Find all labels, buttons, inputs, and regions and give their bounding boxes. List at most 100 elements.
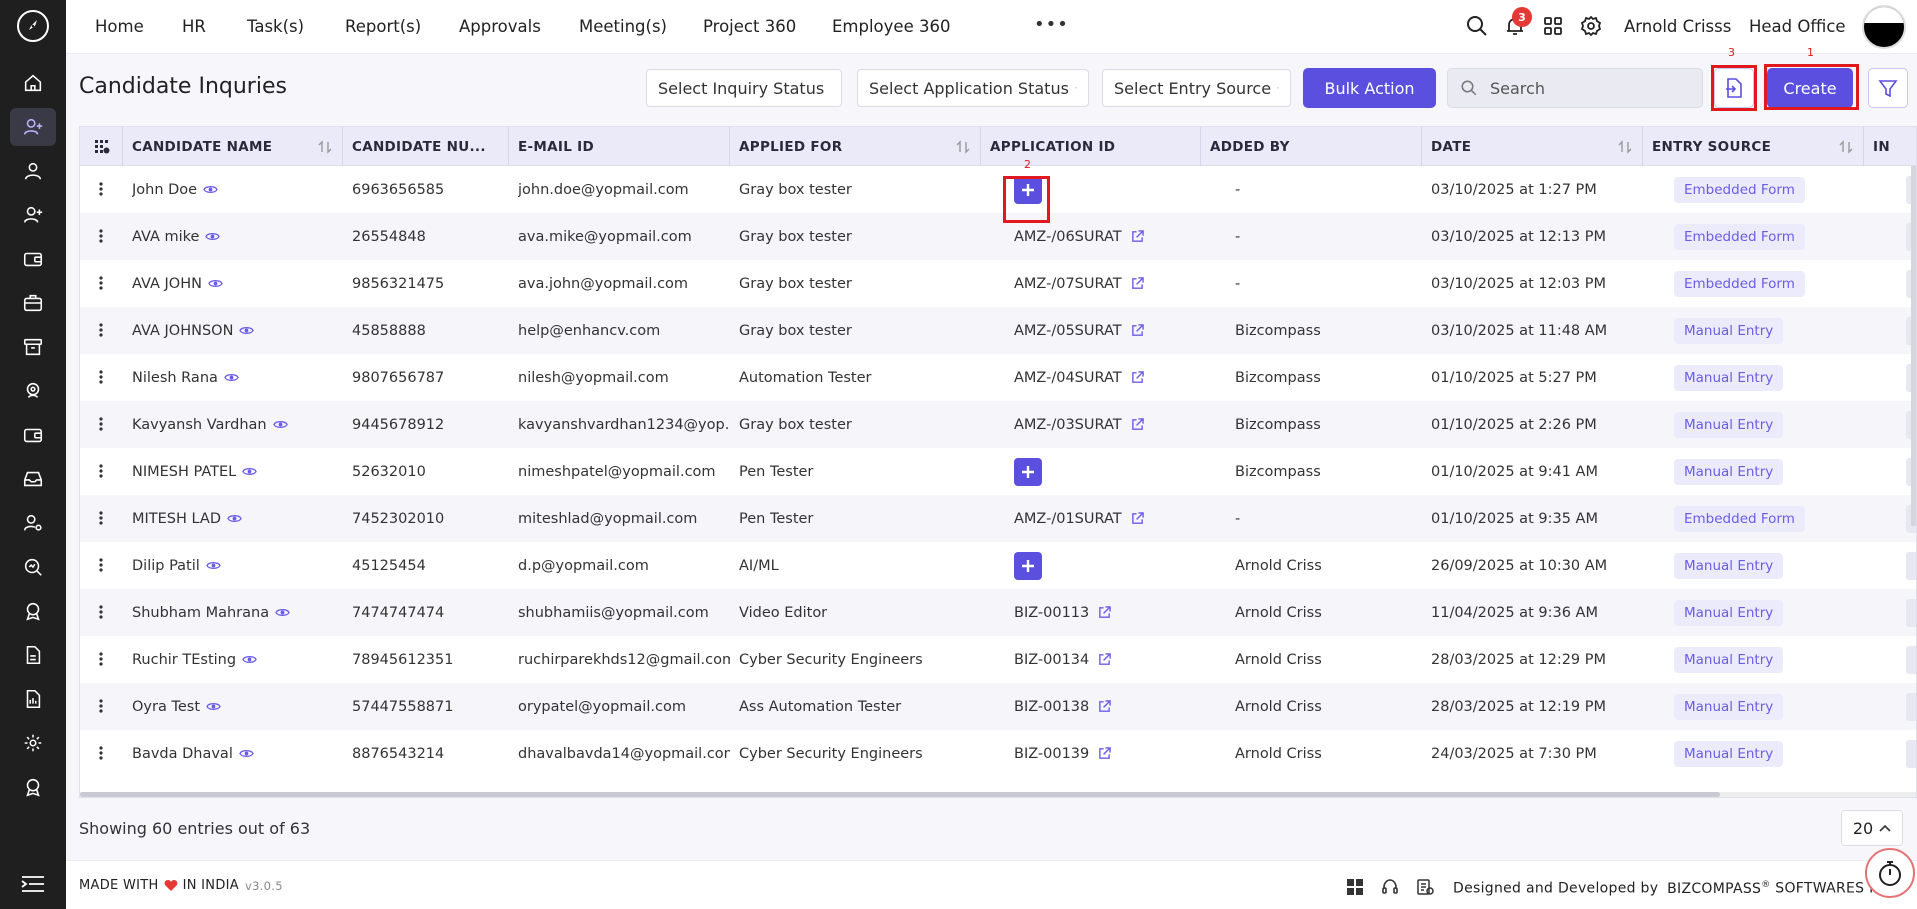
user-name[interactable]: Arnold Crisss (1624, 17, 1731, 36)
add-application-button[interactable] (1014, 175, 1042, 204)
cell-text[interactable]: Bavda Dhaval (132, 746, 233, 762)
header-added-by[interactable]: ADDED BY (1201, 127, 1422, 166)
sidebar-report-icon[interactable] (10, 680, 56, 718)
timer-button[interactable] (1865, 848, 1915, 898)
table-row[interactable]: MITESH LAD 7452302010 miteshlad@yopmail.co… (80, 495, 1916, 542)
view-eye-icon[interactable] (227, 511, 242, 526)
search-icon[interactable] (1465, 14, 1489, 38)
view-eye-icon[interactable] (242, 464, 258, 479)
table-row[interactable]: Shubham Mahrana 7474747474 shubhamiis@yopm… (80, 589, 1916, 636)
table-row[interactable]: Nilesh Rana 9807656787 nilesh@yopmail.com A… (80, 354, 1916, 401)
header-candidate-name[interactable]: CANDIDATE NAME (123, 127, 343, 166)
sidebar-award2-icon[interactable] (10, 768, 56, 806)
row-actions-kebab-icon[interactable] (98, 228, 104, 244)
header-date[interactable]: DATE (1422, 127, 1643, 166)
external-link-icon[interactable] (1131, 512, 1144, 525)
table-row[interactable]: Oyra Test 57447558871 orypatel@yopmail.com… (80, 683, 1916, 730)
external-link-icon[interactable] (1098, 653, 1112, 666)
view-eye-icon[interactable] (206, 699, 221, 714)
cell-text[interactable]: AMZ-/06SURAT (1014, 229, 1122, 245)
sidebar-support-icon[interactable] (10, 372, 56, 410)
sidebar-briefcase-icon[interactable] (10, 284, 56, 322)
cell-text[interactable]: BIZ-00138 (1014, 699, 1089, 715)
row-actions-kebab-icon[interactable] (98, 463, 104, 479)
sort-icon[interactable] (1617, 139, 1633, 155)
cell-text[interactable]: AVA JOHN (132, 276, 202, 292)
table-row[interactable]: John Doe 6963656585 john.doe@yopmail.com Gr… (80, 166, 1916, 213)
checklist-icon[interactable] (1416, 878, 1434, 896)
inquiry-status-select[interactable]: Select Inquiry Status (646, 69, 842, 107)
view-eye-icon[interactable] (224, 370, 239, 385)
sidebar-search-analytics-icon[interactable] (10, 548, 56, 586)
cell-text[interactable]: Oyra Test (132, 699, 200, 715)
row-actions-kebab-icon[interactable] (98, 416, 104, 432)
sidebar-settings-icon[interactable] (10, 724, 56, 762)
cell-text[interactable]: AMZ-/04SURAT (1014, 370, 1122, 386)
add-application-button[interactable] (1014, 551, 1042, 580)
headset-icon[interactable] (1381, 878, 1399, 896)
export-button[interactable] (1714, 68, 1754, 108)
table-row[interactable]: NIMESH PATEL 52632010 nimeshpatel@yopmail.… (80, 448, 1916, 495)
row-actions-kebab-icon[interactable] (98, 745, 104, 761)
cell-text[interactable]: Nilesh Rana (132, 370, 218, 386)
cell-text[interactable]: AMZ-/01SURAT (1014, 511, 1122, 527)
header-extra[interactable]: IN (1864, 127, 1916, 166)
header-candidate-number[interactable]: CANDIDATE NU... (343, 127, 509, 166)
cell-text[interactable]: AVA mike (132, 229, 199, 245)
table-row[interactable]: Ruchir TEsting 78945612351 ruchirparekhds1… (80, 636, 1916, 683)
cell-text[interactable]: AMZ-/07SURAT (1014, 276, 1122, 292)
row-actions-kebab-icon[interactable] (98, 651, 104, 667)
view-eye-icon[interactable] (205, 558, 221, 573)
create-button[interactable]: Create (1767, 68, 1853, 108)
view-eye-icon[interactable] (239, 323, 255, 338)
external-link-icon[interactable] (1098, 606, 1112, 619)
nav-tasks[interactable]: Task(s) (247, 17, 304, 36)
external-link-icon[interactable] (1131, 277, 1144, 290)
view-eye-icon[interactable] (239, 746, 254, 761)
row-actions-kebab-icon[interactable] (98, 369, 104, 385)
entry-source-select[interactable]: Select Entry Source (1102, 69, 1291, 107)
external-link-icon[interactable] (1131, 324, 1144, 337)
external-link-icon[interactable] (1098, 747, 1112, 760)
horizontal-scrollbar[interactable] (80, 792, 1916, 797)
nav-home[interactable]: Home (95, 17, 144, 36)
sidebar-archive-icon[interactable] (10, 328, 56, 366)
row-actions-kebab-icon[interactable] (98, 698, 104, 714)
view-eye-icon[interactable] (203, 182, 218, 197)
cell-text[interactable]: MITESH LAD (132, 511, 221, 527)
nav-employee-360[interactable]: Employee 360 (832, 17, 950, 36)
add-application-button[interactable] (1014, 457, 1042, 486)
avatar[interactable] (1862, 5, 1906, 49)
nav-more-icon[interactable]: ••• (1034, 14, 1069, 35)
nav-reports[interactable]: Report(s) (345, 17, 421, 36)
sidebar-user-icon[interactable] (10, 152, 56, 190)
sidebar-user-settings-icon[interactable] (10, 504, 56, 542)
cell-text[interactable]: John Doe (132, 182, 197, 198)
cell-text[interactable]: AMZ-/03SURAT (1014, 417, 1122, 433)
cell-text[interactable]: NIMESH PATEL (132, 464, 236, 480)
view-eye-icon[interactable] (242, 652, 257, 667)
row-actions-kebab-icon[interactable] (98, 604, 104, 620)
nav-meetings[interactable]: Meeting(s) (579, 17, 667, 36)
table-row[interactable]: Bavda Dhaval 8876543214 dhavalbavda14@yopm… (80, 730, 1916, 777)
table-row[interactable]: AVA JOHN 9856321475 ava.john@yopmail.com Gr… (80, 260, 1916, 307)
bulk-action-button[interactable]: Bulk Action (1303, 68, 1436, 108)
sidebar-home-icon[interactable] (10, 64, 56, 102)
office-name[interactable]: Head Office (1749, 17, 1846, 36)
sidebar-award-icon[interactable] (10, 592, 56, 630)
sidebar-inbox-icon[interactable] (10, 460, 56, 498)
cell-text[interactable]: Dilip Patil (132, 558, 200, 574)
nav-hr[interactable]: HR (182, 17, 206, 36)
gear-icon[interactable] (1579, 14, 1603, 38)
nav-project-360[interactable]: Project 360 (703, 17, 796, 36)
header-applied-for[interactable]: APPLIED FOR (730, 127, 981, 166)
cell-text[interactable]: AMZ-/05SURAT (1014, 323, 1122, 339)
sort-icon[interactable] (317, 139, 333, 155)
search-field[interactable] (1447, 68, 1703, 108)
page-size-select[interactable]: 20 (1841, 810, 1903, 846)
sidebar-document-icon[interactable] (10, 636, 56, 674)
vertical-scrollbar[interactable] (1911, 166, 1916, 526)
table-row[interactable]: AVA mike 26554848 ava.mike@yopmail.com Gray… (80, 213, 1916, 260)
table-row[interactable]: Kavyansh Vardhan 9445678912 kavyanshvardha… (80, 401, 1916, 448)
table-row[interactable]: Dilip Patil 45125454 d.p@yopmail.com AI/ML A… (80, 542, 1916, 589)
